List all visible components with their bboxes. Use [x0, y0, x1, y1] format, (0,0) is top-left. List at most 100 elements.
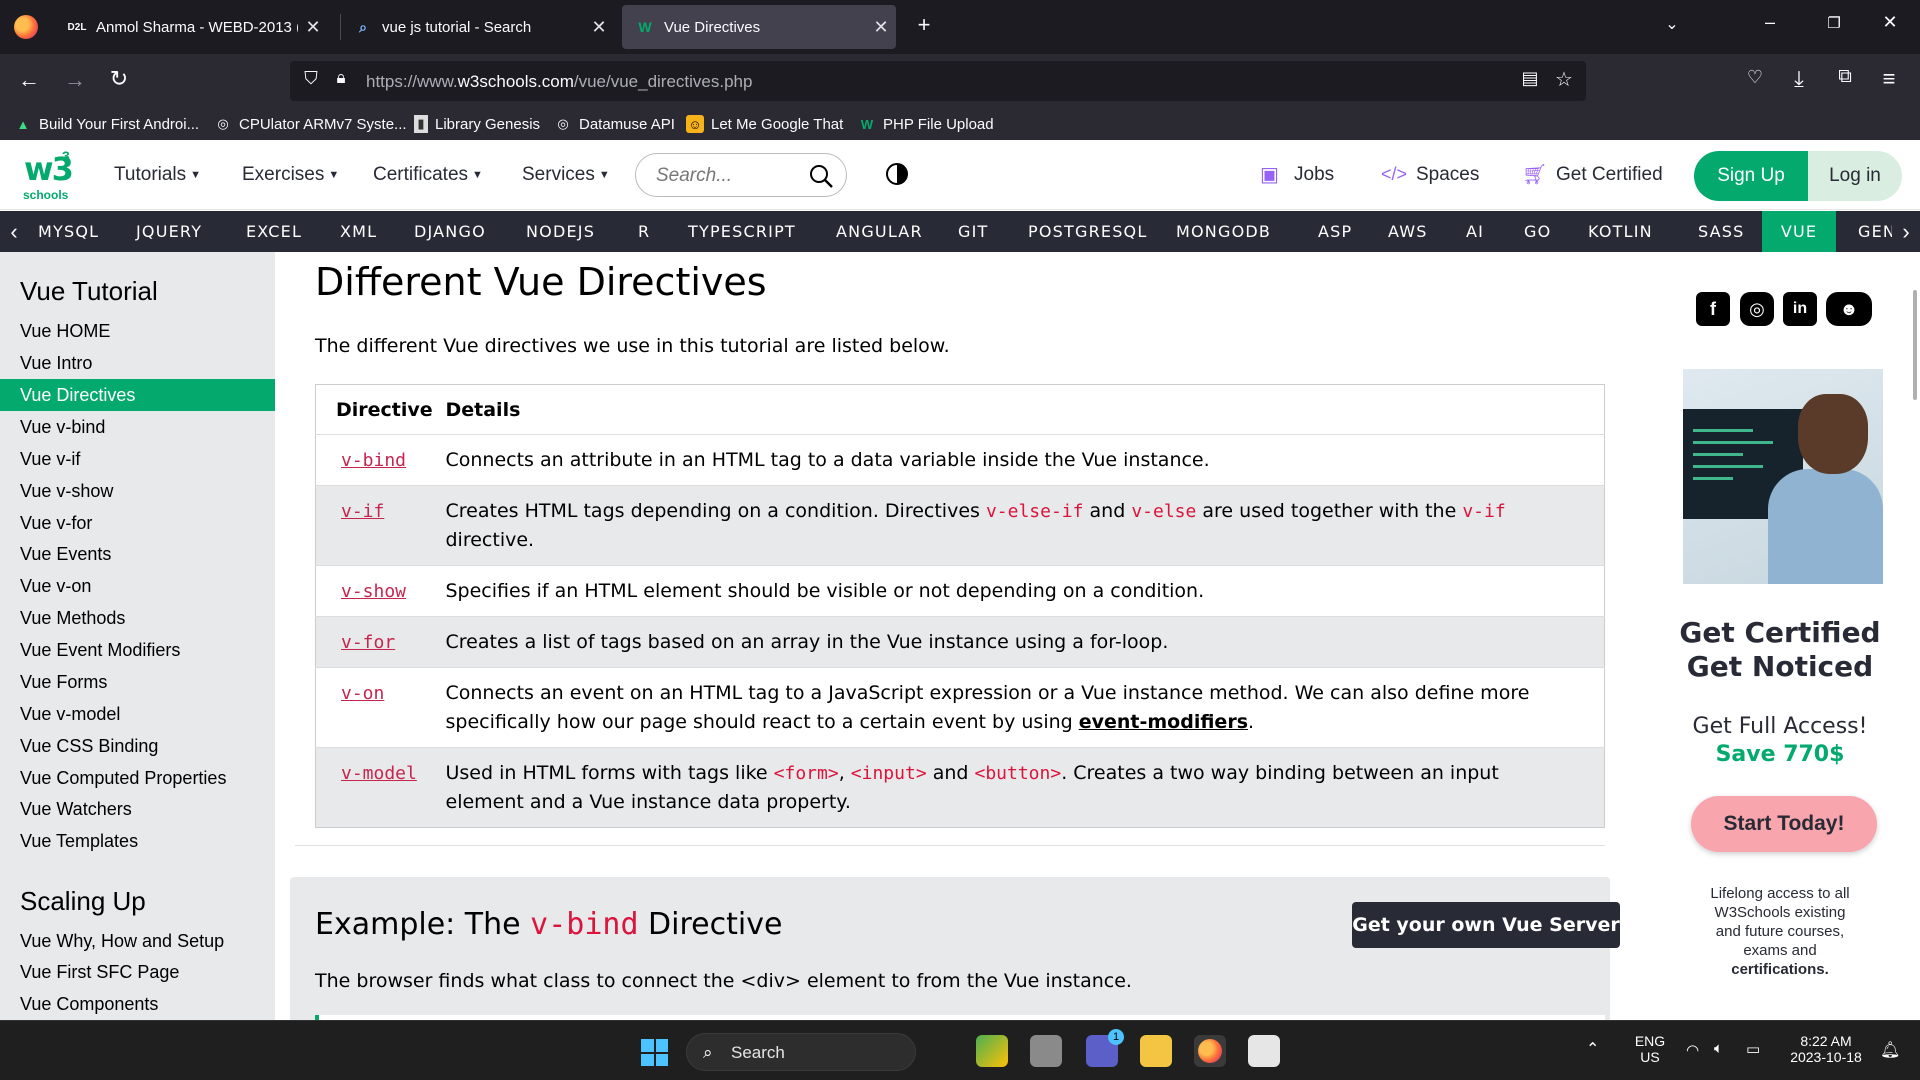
sidebar-item-vue-v-bind[interactable]: Vue v-bind [0, 411, 275, 443]
file-explorer-icon[interactable] [1140, 1035, 1172, 1067]
minimize-icon[interactable]: – [1758, 12, 1782, 33]
search-icon[interactable] [808, 163, 834, 189]
menu-tutorials[interactable]: Tutorials ▼ [114, 164, 201, 186]
download-icon[interactable]: ⤓ [1786, 66, 1812, 92]
v-bind-link[interactable]: v-bind [341, 450, 406, 471]
firefox-taskbar-icon[interactable] [1194, 1035, 1226, 1067]
bookmark-item[interactable]: ☺ Let Me Google That [686, 114, 843, 134]
battery-icon[interactable]: ▭ [1746, 1040, 1760, 1058]
facebook-icon[interactable]: f [1696, 292, 1730, 326]
firefox-icon[interactable] [14, 15, 38, 39]
jobs-link[interactable]: Jobs [1294, 164, 1334, 186]
sidebar-item-vue-intro[interactable]: Vue Intro [0, 347, 275, 379]
subject-aws[interactable]: AWS [1380, 211, 1436, 252]
v-model-link[interactable]: v-model [341, 763, 417, 784]
chevron-left-icon[interactable]: ‹ [0, 211, 28, 252]
subject-xml[interactable]: XML [332, 211, 385, 252]
v-for-link[interactable]: v-for [341, 632, 395, 653]
bookmark-item[interactable]: ◎ CPUlator ARMv7 Syste... [214, 114, 406, 134]
sidebar-item-vue-v-model[interactable]: Vue v-model [0, 698, 275, 730]
windows-start-icon[interactable] [641, 1039, 668, 1066]
pocket-icon[interactable]: ♡ [1742, 67, 1768, 88]
sidebar-item-vue-v-on[interactable]: Vue v-on [0, 570, 275, 602]
subject-asp[interactable]: ASP [1310, 211, 1360, 252]
sidebar-item-vue-watchers[interactable]: Vue Watchers [0, 793, 275, 825]
subject-sass[interactable]: SASS [1690, 211, 1753, 252]
chevron-down-icon[interactable]: ⌄ [1660, 14, 1684, 34]
task-view-icon[interactable] [1030, 1035, 1062, 1067]
teams-chat-icon[interactable]: 1 [1086, 1029, 1124, 1067]
sidebar-item-vue-why-how-setup[interactable]: Vue Why, How and Setup [0, 925, 275, 957]
sidebar-item-vue-v-if[interactable]: Vue v-if [0, 443, 275, 475]
bookmark-item[interactable]: ◎ Datamuse API [554, 114, 675, 134]
new-tab-icon[interactable]: + [910, 12, 938, 38]
sidebar-item-vue-components[interactable]: Vue Components [0, 988, 275, 1020]
language-indicator[interactable]: ENG US [1630, 1033, 1670, 1065]
notification-bell-icon[interactable]: 🔔︎ [1880, 1040, 1900, 1060]
sidebar-item-vue-templates[interactable]: Vue Templates [0, 825, 275, 857]
taskbar-search[interactable]: ⌕ Search [686, 1033, 916, 1071]
sidebar-item-vue-v-for[interactable]: Vue v-for [0, 507, 275, 539]
window-close-icon[interactable]: ✕ [1878, 12, 1902, 33]
store-icon[interactable] [1248, 1035, 1280, 1067]
bookmark-item[interactable]: ▮ Library Genesis [414, 114, 540, 134]
log-in-button[interactable]: Log in [1808, 151, 1902, 201]
subject-django[interactable]: DJANGO [406, 211, 494, 252]
subject-mongodb[interactable]: MONGODB [1168, 211, 1279, 252]
scrollbar[interactable] [1913, 290, 1917, 400]
menu-services[interactable]: Services ▼ [522, 164, 610, 186]
dark-mode-toggle-icon[interactable] [886, 163, 908, 185]
sidebar-item-vue-computed-properties[interactable]: Vue Computed Properties [0, 762, 275, 794]
tab-search[interactable]: ⌕ vue js tutorial - Search ✕ [340, 5, 614, 49]
reader-view-icon[interactable]: ▤ [1518, 68, 1542, 89]
v-on-link[interactable]: v-on [341, 683, 384, 704]
subject-jquery[interactable]: JQUERY [128, 211, 210, 252]
linkedin-icon[interactable]: in [1783, 292, 1817, 326]
sidebar-item-vue-event-modifiers[interactable]: Vue Event Modifiers [0, 634, 275, 666]
subject-mysql[interactable]: MYSQL [30, 211, 107, 252]
subject-ai[interactable]: AI [1458, 211, 1492, 252]
tab-vue-directives[interactable]: W Vue Directives ✕ [622, 5, 896, 49]
forward-icon[interactable]: → [62, 67, 88, 93]
subject-nodejs[interactable]: NODEJS [518, 211, 603, 252]
url-text[interactable]: https://www.w3schools.com/vue/vue_direct… [366, 72, 752, 92]
close-icon[interactable]: ✕ [584, 17, 614, 38]
subject-typescript[interactable]: TYPESCRIPT [680, 211, 804, 252]
search-input[interactable]: Search... [635, 153, 847, 197]
sidebar-item-vue-directives[interactable]: Vue Directives [0, 379, 275, 411]
bookmark-item[interactable]: W PHP File Upload [858, 114, 994, 134]
v-if-link[interactable]: v-if [341, 501, 384, 522]
tab-d2l[interactable]: D2L Anmol Sharma - WEBD-2013 (2 ✕ [54, 5, 328, 49]
sidebar-item-vue-css-binding[interactable]: Vue CSS Binding [0, 730, 275, 762]
back-icon[interactable]: ← [16, 67, 42, 93]
menu-exercises[interactable]: Exercises ▼ [242, 164, 339, 186]
chevron-right-icon[interactable]: › [1892, 211, 1920, 252]
event-modifiers-link[interactable]: event-modifiers [1079, 711, 1248, 733]
sidebar-item-vue-first-sfc-page[interactable]: Vue First SFC Page [0, 956, 275, 988]
wifi-icon[interactable]: ◠ [1686, 1041, 1699, 1059]
sidebar-item-vue-methods[interactable]: Vue Methods [0, 602, 275, 634]
sidebar-item-vue-home[interactable]: Vue HOME [0, 315, 275, 347]
reload-icon[interactable]: ↻ [106, 66, 132, 92]
url-bar[interactable]: ⛉ 🔒︎ https://www.w3schools.com/vue/vue_d… [290, 61, 1586, 101]
subject-vue[interactable]: VUE [1762, 211, 1836, 252]
menu-icon[interactable]: ≡ [1876, 66, 1902, 92]
extensions-icon[interactable]: ⧉ [1832, 66, 1858, 88]
discord-icon[interactable]: ☻ [1826, 292, 1872, 326]
sign-up-button[interactable]: Sign Up [1694, 151, 1808, 201]
ad-image[interactable] [1683, 369, 1883, 584]
instagram-icon[interactable]: ◎ [1740, 292, 1774, 326]
subject-postgresql[interactable]: POSTGRESQL [1020, 211, 1155, 252]
shield-icon[interactable]: ⛉ [300, 68, 322, 89]
subject-angular[interactable]: ANGULAR [828, 211, 931, 252]
w3schools-logo[interactable]: w3 3 schools [20, 148, 76, 204]
volume-icon[interactable]: 🔈︎ [1714, 1040, 1723, 1057]
subject-r[interactable]: R [630, 211, 658, 252]
sidebar-item-vue-v-show[interactable]: Vue v-show [0, 475, 275, 507]
subject-go[interactable]: GO [1516, 211, 1559, 252]
subject-git[interactable]: GIT [950, 211, 997, 252]
clock[interactable]: 8:22 AM 2023-10-18 [1780, 1033, 1872, 1065]
chevron-up-icon[interactable]: ⌃ [1586, 1039, 1599, 1059]
spaces-link[interactable]: Spaces [1416, 164, 1479, 186]
get-vue-server-button[interactable]: Get your own Vue Server [1352, 902, 1620, 948]
